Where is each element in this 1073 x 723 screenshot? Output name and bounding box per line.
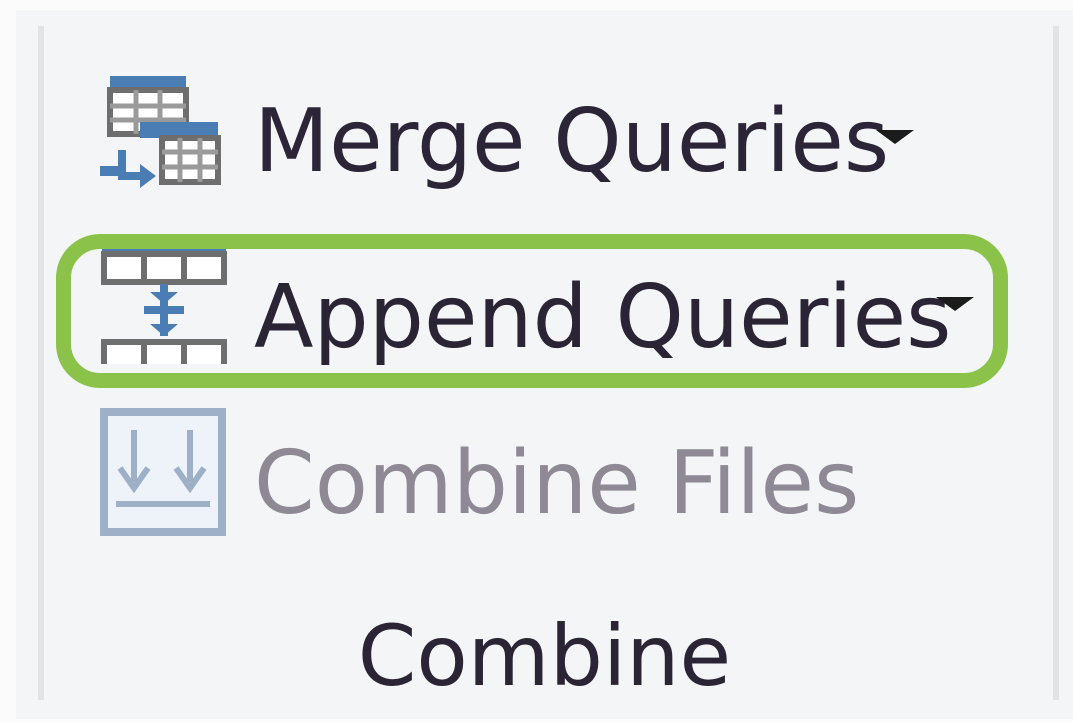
- combine-ribbon-group: Merge Queries Append Queries Combine Fil…: [16, 10, 1073, 719]
- combine-files-button[interactable]: Combine Files: [16, 406, 1016, 546]
- append-queries-dropdown-arrow-icon[interactable]: [936, 297, 974, 311]
- merge-queries-dropdown-arrow-icon[interactable]: [876, 130, 914, 144]
- append-queries-label: Append Queries: [254, 266, 952, 368]
- merge-queries-button[interactable]: Merge Queries: [16, 70, 1016, 210]
- merge-queries-label: Merge Queries: [254, 90, 890, 192]
- append-queries-button[interactable]: Append Queries: [16, 234, 1016, 388]
- group-title: Combine: [357, 607, 732, 705]
- merge-queries-icon: [100, 72, 240, 196]
- group-right-separator: [1053, 26, 1059, 700]
- append-queries-icon: [100, 244, 230, 373]
- combine-files-icon: [100, 408, 230, 542]
- combine-files-label: Combine Files: [254, 432, 860, 534]
